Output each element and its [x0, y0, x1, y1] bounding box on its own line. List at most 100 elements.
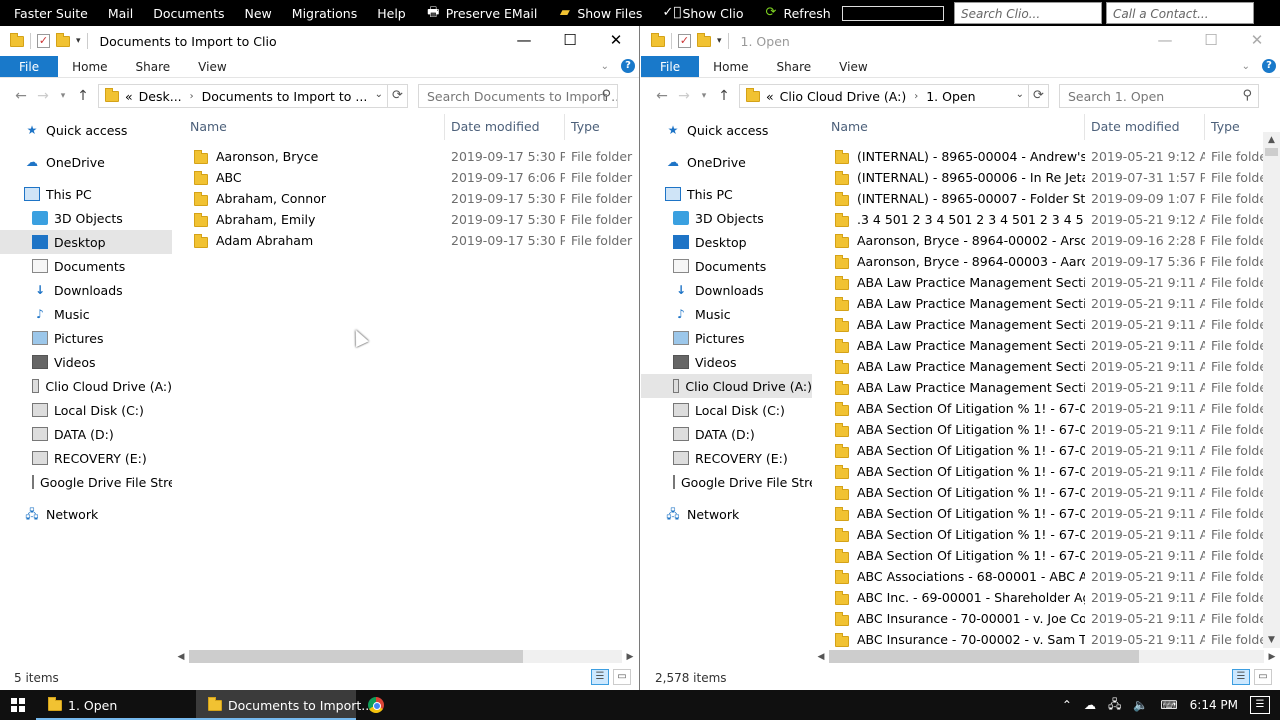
volume-icon[interactable]: 🔈	[1133, 698, 1148, 712]
nav-item-quick-access[interactable]: ★ Quick access	[641, 118, 812, 142]
table-row[interactable]: ABC Insurance - 70-00001 - v. Joe Connec…	[825, 608, 1263, 629]
taskbar-button-chrome[interactable]	[356, 690, 396, 720]
scroll-left-icon[interactable]: ◀	[173, 652, 189, 662]
table-row[interactable]: Aaronson, Bryce - 8964-00003 - Aaronso..…	[825, 251, 1263, 272]
maximize-icon[interactable]: ☐	[547, 26, 593, 56]
scroll-left-icon[interactable]: ◀	[813, 652, 829, 662]
call-contact-input[interactable]: Call a Contact...	[1106, 2, 1254, 24]
chevron-right-icon[interactable]: ›	[914, 91, 918, 102]
title-bar[interactable]: ✓ ▾ Documents to Import to Clio — ☐ ✕	[0, 26, 639, 56]
refresh-button[interactable]: ⟳Refresh✔	[753, 4, 977, 23]
column-type[interactable]: Type	[1205, 114, 1263, 140]
title-bar[interactable]: ✓ ▾ 1. Open — ☐ ✕	[641, 26, 1280, 56]
refresh-icon[interactable]: ⟳	[1028, 85, 1048, 107]
nav-item-documents[interactable]: Documents	[641, 254, 812, 278]
address-bar[interactable]: « Desk... › Documents to Import to ... ⌄…	[98, 84, 408, 108]
maximize-icon[interactable]: ☐	[1188, 26, 1234, 56]
close-icon[interactable]: ✕	[593, 26, 639, 56]
tab-view[interactable]: View	[825, 56, 881, 77]
scroll-thumb[interactable]	[189, 650, 523, 663]
help-icon[interactable]: ?	[621, 59, 635, 73]
table-row[interactable]: ABA Section Of Litigation % 1! - 67-0000…	[825, 398, 1263, 419]
minimize-icon[interactable]: —	[501, 26, 547, 56]
table-row[interactable]: ABA Section Of Litigation % 1! - 67-0000…	[825, 524, 1263, 545]
nav-item-local-disk-c[interactable]: Local Disk (C:)	[0, 398, 172, 422]
recent-locations-icon[interactable]: ▾	[695, 91, 713, 101]
nav-item-local-disk-c[interactable]: Local Disk (C:)	[641, 398, 812, 422]
table-row[interactable]: (INTERNAL) - 8965-00004 - Andrew's Sha..…	[825, 146, 1263, 167]
table-row[interactable]: ABA Law Practice Management Section -...…	[825, 293, 1263, 314]
new-folder-icon[interactable]	[56, 32, 70, 47]
nav-item-videos[interactable]: Videos	[0, 350, 172, 374]
menu-faster-suite[interactable]: Faster Suite	[0, 6, 98, 21]
search-input[interactable]: Search Documents to Import ... ⚲	[418, 84, 618, 108]
forward-arrow-icon[interactable]: →	[32, 88, 54, 104]
scroll-track[interactable]	[189, 650, 622, 663]
search-clio-input[interactable]: Search Clio...	[954, 2, 1102, 24]
up-arrow-icon[interactable]: ↑	[72, 88, 94, 104]
table-row[interactable]: ABC Inc. - 69-00001 - Shareholder Agree.…	[825, 587, 1263, 608]
nav-item-recovery-e[interactable]: RECOVERY (E:)	[0, 446, 172, 470]
table-row[interactable]: ABA Section Of Litigation % 1! - 67-0000…	[825, 461, 1263, 482]
breadcrumb-current[interactable]: Documents to Import to ...	[202, 89, 368, 104]
back-arrow-icon[interactable]: ←	[651, 88, 673, 104]
chevron-down-icon[interactable]: ⌄	[375, 89, 383, 100]
scroll-down-icon[interactable]: ▼	[1263, 632, 1280, 648]
expand-ribbon-icon[interactable]: ⌄	[1242, 61, 1250, 72]
nav-item-3d-objects[interactable]: 3D Objects	[641, 206, 812, 230]
table-row[interactable]: Abraham, Connor 2019-09-17 5:30 PM File fo…	[184, 188, 639, 209]
table-row[interactable]: ABA Law Practice Management Section -...…	[825, 314, 1263, 335]
menu-help[interactable]: Help	[367, 6, 416, 21]
preserve-email-button[interactable]: 🖶 Preserve EMail	[416, 6, 548, 21]
help-icon[interactable]: ?	[1262, 59, 1276, 73]
nav-item-downloads[interactable]: ↓ Downloads	[0, 278, 172, 302]
expand-ribbon-icon[interactable]: ⌄	[601, 61, 609, 72]
nav-item-data-d[interactable]: DATA (D:)	[0, 422, 172, 446]
table-row[interactable]: ABA Section Of Litigation % 1! - 67-0000…	[825, 503, 1263, 524]
recent-locations-icon[interactable]: ▾	[54, 91, 72, 101]
menu-migrations[interactable]: Migrations	[282, 6, 367, 21]
taskbar-button-documents-to-import[interactable]: Documents to Import...	[196, 690, 373, 720]
table-row[interactable]: ABA Section Of Litigation % 1! - 67-0000…	[825, 440, 1263, 461]
nav-item-videos[interactable]: Videos	[641, 350, 812, 374]
table-row[interactable]: .3 4 501 2 3 4 501 2 3 4 501 2 3 4 5 2019…	[825, 209, 1263, 230]
nav-item-quick-access[interactable]: ★ Quick access	[0, 118, 172, 142]
chevron-right-icon[interactable]: ›	[190, 91, 194, 102]
notifications-icon[interactable]: ☰	[1250, 696, 1270, 714]
table-row[interactable]: ABA Law Practice Management Section -...…	[825, 335, 1263, 356]
table-row[interactable]: Abraham, Emily 2019-09-17 5:30 PM File fol…	[184, 209, 639, 230]
table-row[interactable]: ABC Associations - 68-00001 - ABC Asso..…	[825, 566, 1263, 587]
breadcrumb-desktop[interactable]: Desk...	[139, 89, 182, 104]
nav-item-pictures[interactable]: Pictures	[641, 326, 812, 350]
properties-icon[interactable]: ✓	[37, 34, 50, 48]
new-folder-icon[interactable]	[697, 32, 711, 47]
nav-item-recovery-e[interactable]: RECOVERY (E:)	[641, 446, 812, 470]
back-arrow-icon[interactable]: ←	[10, 88, 32, 104]
tab-share[interactable]: Share	[122, 56, 185, 77]
breadcrumb-clio-drive[interactable]: Clio Cloud Drive (A:)	[780, 89, 907, 104]
horizontal-scrollbar[interactable]: ◀ ▶	[173, 648, 638, 665]
table-row[interactable]: ABC Insurance - 70-00002 - v. Sam Tucker…	[825, 629, 1263, 650]
start-button[interactable]	[0, 690, 36, 720]
column-date-modified[interactable]: Date modified	[1085, 114, 1205, 140]
keyboard-icon[interactable]: ⌨	[1160, 698, 1177, 712]
table-row[interactable]: ABA Section Of Litigation % 1! - 67-0000…	[825, 545, 1263, 566]
refresh-icon[interactable]: ⟳	[387, 85, 407, 107]
close-icon[interactable]: ✕	[1234, 26, 1280, 56]
nav-item-this-pc[interactable]: This PC	[641, 182, 812, 206]
table-row[interactable]: Aaronson, Bryce 2019-09-17 5:30 PM File fo…	[184, 146, 639, 167]
customize-qat-icon[interactable]: ▾	[717, 36, 722, 46]
table-row[interactable]: ABA Section Of Litigation % 1! - 67-0000…	[825, 419, 1263, 440]
nav-item-network[interactable]: 🖧 Network	[0, 502, 172, 526]
table-row[interactable]: (INTERNAL) - 8965-00006 - In Re Jetall -…	[825, 167, 1263, 188]
nav-item-downloads[interactable]: ↓ Downloads	[641, 278, 812, 302]
nav-item-network[interactable]: 🖧 Network	[641, 502, 812, 526]
clock[interactable]: 6:14 PM	[1190, 698, 1238, 712]
menu-documents[interactable]: Documents	[143, 6, 234, 21]
customize-qat-icon[interactable]: ▾	[76, 36, 81, 46]
chevron-up-icon[interactable]: ⌃	[1062, 698, 1072, 712]
nav-item-3d-objects[interactable]: 3D Objects	[0, 206, 172, 230]
up-arrow-icon[interactable]: ↑	[713, 88, 735, 104]
nav-item-this-pc[interactable]: This PC	[0, 182, 172, 206]
table-row[interactable]: Aaronson, Bryce - 8964-00002 - Arson of …	[825, 230, 1263, 251]
